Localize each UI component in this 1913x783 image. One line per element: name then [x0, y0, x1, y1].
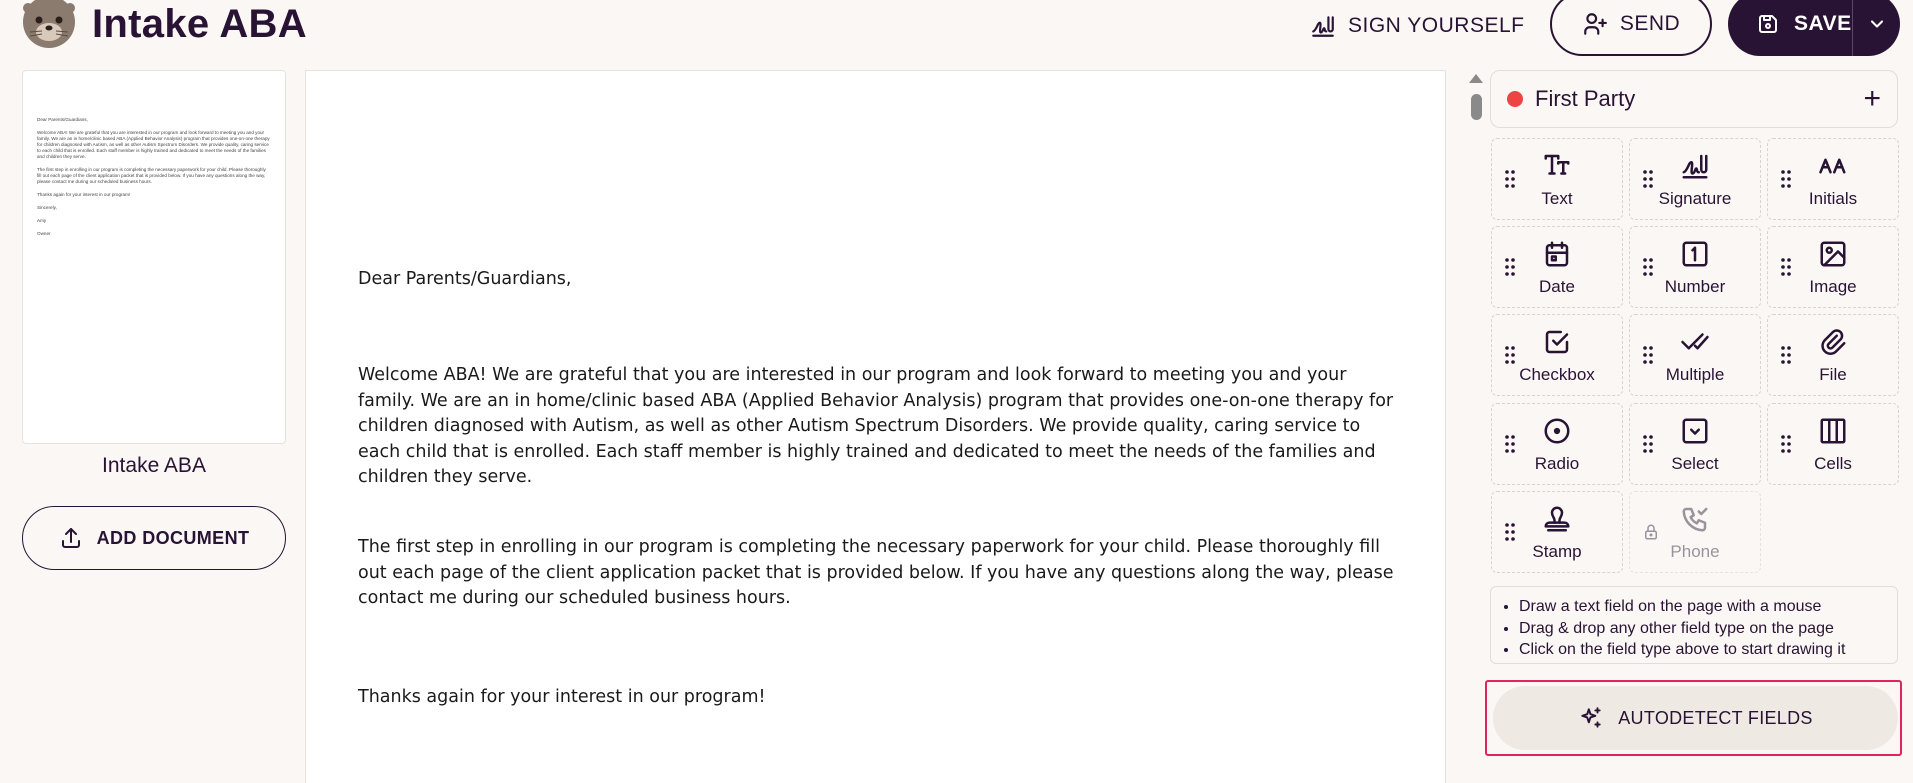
save-label: SAVE: [1794, 12, 1852, 35]
save-main[interactable]: SAVE: [1728, 0, 1852, 56]
thumbnail-line: Owner: [37, 231, 51, 236]
party-color-dot: [1507, 91, 1523, 107]
field-phone: Phone: [1629, 491, 1761, 573]
send-label: SEND: [1619, 12, 1681, 35]
select-icon: [1630, 416, 1760, 446]
field-cells[interactable]: Cells: [1767, 403, 1899, 485]
field-label: Cells: [1814, 454, 1852, 473]
field-multiple[interactable]: Multiple: [1629, 314, 1761, 396]
thumbnail-line: Amy: [37, 218, 47, 223]
image-icon: [1768, 239, 1898, 269]
add-document-button[interactable]: ADD DOCUMENT: [22, 506, 286, 570]
calendar-icon: [1492, 239, 1622, 269]
field-label: Number: [1664, 277, 1726, 296]
document-page[interactable]: Dear Parents/Guardians, Welcome ABA! We …: [305, 70, 1446, 783]
thumbnail-line: Welcome ABA! We are grateful that you ar…: [37, 130, 270, 159]
scroll-up-arrow[interactable]: [1469, 74, 1483, 83]
hint-item: Click on the field type above to start d…: [1519, 639, 1897, 661]
number-icon: [1630, 239, 1760, 269]
field-label: Initials: [1808, 189, 1858, 208]
hint-item: Draw a text field on the page with a mou…: [1519, 596, 1897, 618]
field-label: Date: [1539, 277, 1575, 296]
field-stamp[interactable]: Stamp: [1491, 491, 1623, 573]
hint-item: Drag & drop any other field type on the …: [1519, 618, 1897, 640]
thumbnail-line: Sincerely,: [37, 205, 57, 210]
user-plus-icon: [1582, 11, 1608, 37]
sparkles-icon: [1578, 705, 1604, 731]
field-signature[interactable]: Signature: [1629, 138, 1761, 220]
add-document-label: ADD DOCUMENT: [96, 527, 250, 548]
greeting-text: Dear Parents/Guardians,: [358, 269, 572, 289]
field-number[interactable]: Number: [1629, 226, 1761, 308]
field-select[interactable]: Select: [1629, 403, 1761, 485]
document-name: Intake ABA: [102, 454, 206, 477]
field-label: Image: [1809, 277, 1857, 296]
app-logo: [22, 0, 76, 50]
checkbox-icon: [1492, 327, 1622, 357]
initials-icon: [1768, 151, 1898, 181]
paragraph-thanks: Thanks again for your interest in our pr…: [358, 687, 766, 707]
thumbnail-line: Dear Parents/Guardians,: [37, 117, 88, 122]
autodetect-label: AUTODETECT FIELDS: [1618, 707, 1813, 728]
field-image[interactable]: Image: [1767, 226, 1899, 308]
field-label: Phone: [1670, 542, 1720, 561]
document-thumbnail[interactable]: Dear Parents/Guardians, Welcome ABA! We …: [22, 70, 286, 444]
field-label: File: [1819, 365, 1847, 384]
paragraph-welcome: Welcome ABA! We are grateful that you ar…: [358, 365, 1394, 487]
field-checkbox[interactable]: Checkbox: [1491, 314, 1623, 396]
text-icon: [1492, 151, 1622, 181]
phone-icon: [1630, 504, 1760, 534]
field-label: Stamp: [1532, 542, 1582, 561]
paragraph-first-step: The first step in enrolling in our progr…: [358, 537, 1394, 608]
thumbnail-line: The first step in enrolling in our progr…: [37, 167, 266, 184]
field-label: Text: [1541, 189, 1573, 208]
field-text[interactable]: Text: [1491, 138, 1623, 220]
field-initials[interactable]: Initials: [1767, 138, 1899, 220]
sign-yourself-label: SIGN YOURSELF: [1348, 14, 1525, 37]
save-options-toggle[interactable]: [1853, 14, 1900, 34]
field-date[interactable]: Date: [1491, 226, 1623, 308]
signature-icon: [1310, 13, 1336, 39]
paperclip-icon: [1768, 327, 1898, 357]
field-hints: Draw a text field on the page with a mou…: [1490, 586, 1898, 664]
floppy-icon: [1756, 12, 1780, 36]
save-button[interactable]: SAVE: [1728, 0, 1900, 56]
field-radio[interactable]: Radio: [1491, 403, 1623, 485]
double-check-icon: [1630, 327, 1760, 357]
party-name: First Party: [1535, 86, 1636, 111]
field-label: Multiple: [1665, 365, 1725, 384]
thumbnail-line: Thanks again for your interest in our pr…: [37, 192, 131, 197]
signature-icon: [1630, 151, 1760, 181]
scrollbar-thumb[interactable]: [1471, 94, 1482, 120]
plus-icon[interactable]: +: [1863, 84, 1881, 114]
field-label: Radio: [1534, 454, 1580, 473]
columns-icon: [1768, 416, 1898, 446]
party-selector[interactable]: First Party +: [1490, 70, 1898, 128]
field-label: Signature: [1658, 189, 1732, 208]
send-button[interactable]: SEND: [1550, 0, 1712, 56]
chevron-down-icon: [1867, 14, 1887, 34]
autodetect-fields-button[interactable]: AUTODETECT FIELDS: [1493, 686, 1898, 750]
field-label: Select: [1671, 454, 1719, 473]
upload-icon: [59, 526, 83, 550]
field-label: Checkbox: [1519, 365, 1595, 384]
sign-yourself-button[interactable]: SIGN YOURSELF: [1310, 8, 1525, 44]
page-title: Intake ABA: [92, 2, 307, 46]
field-file[interactable]: File: [1767, 314, 1899, 396]
stamp-icon: [1492, 504, 1622, 534]
radio-icon: [1492, 416, 1622, 446]
